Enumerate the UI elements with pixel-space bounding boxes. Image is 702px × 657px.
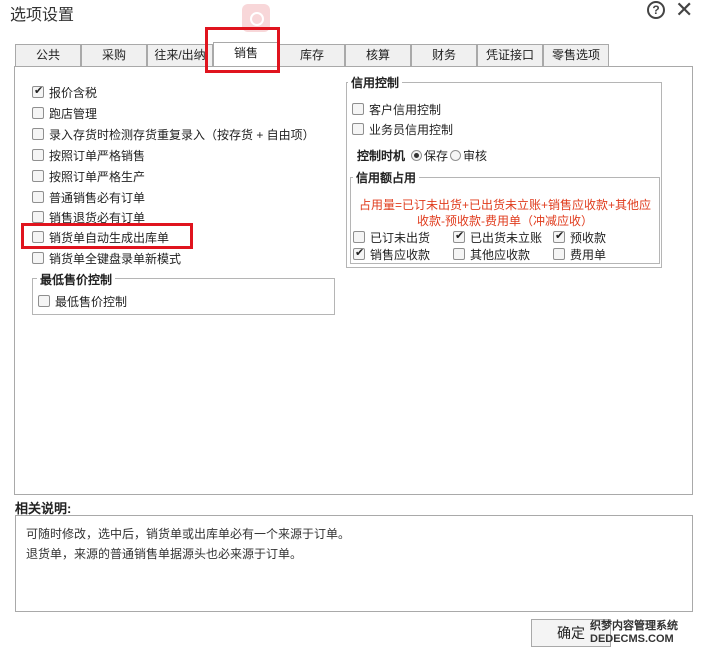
option-shipped-not-billed[interactable]: 已出货未立账 [453,229,542,245]
option-label: 报价含税 [49,85,98,100]
tab-accounting[interactable]: 核算 [345,44,411,66]
option-ordered-not-shipped[interactable]: 已订未出货 [353,229,430,245]
checkbox[interactable] [453,248,465,260]
option-sales-require-order[interactable]: 普通销售必有订单 [32,189,145,205]
checkbox[interactable] [32,128,44,140]
option-other-receivables[interactable]: 其他应收款 [453,246,530,262]
checkbox[interactable] [32,191,44,203]
option-strict-sales-by-order[interactable]: 按照订单严格销售 [32,147,145,163]
checkbox[interactable] [553,248,565,260]
option-strict-production-by-order[interactable]: 按照订单严格生产 [32,168,145,184]
option-detect-duplicate-stock[interactable]: 录入存货时检测存货重复录入（按存货 + 自由项） [32,126,315,142]
option-label: 已出货未立账 [470,230,543,245]
description-line: 退货单，来源的普通销售单据源头也必来源于订单。 [26,547,303,561]
checkbox[interactable] [32,211,44,223]
option-label: 普通销售必有订单 [49,190,146,205]
checkbox[interactable] [32,149,44,161]
option-label: 录入存货时检测存货重复录入（按存货 + 自由项） [49,127,315,142]
help-icon[interactable]: ? [647,1,665,19]
timing-audit-radio[interactable] [450,149,462,161]
option-quote-tax-included[interactable]: 报价含税 [32,84,97,100]
option-sales-receivables[interactable]: 销售应收款 [353,246,430,262]
checkbox[interactable] [32,170,44,182]
option-store-visit-management[interactable]: 跑店管理 [32,105,97,121]
watermark: 织梦内容管理系统 DEDECMS.COM [590,620,698,646]
checkbox[interactable] [32,107,44,119]
option-label: 其他应收款 [470,247,531,262]
option-label: 费用单 [570,247,607,262]
checkbox[interactable] [553,229,565,243]
option-keyboard-entry-mode[interactable]: 销货单全键盘录单新模式 [32,250,181,266]
checkbox[interactable] [353,231,365,243]
tab-finance[interactable]: 财务 [411,44,477,66]
option-min-price-control[interactable]: 最低售价控制 [38,293,127,309]
description-box: 可随时修改，选中后，销货单或出库单必有一个来源于订单。 退货单，来源的普通销售单… [15,515,693,612]
checkbox[interactable] [453,229,465,243]
watermark-line2: DEDECMS.COM [590,633,674,645]
credit-usage-title: 信用额占用 [353,169,420,186]
credit-usage-formula-line2: 收款-预收款-费用单（冲减应收） [417,214,593,228]
timing-save-radio[interactable] [411,149,423,161]
credit-usage-formula-line1: 占用量=已订未出货+已出货未立账+销售应收款+其他应 [358,198,652,212]
checkbox[interactable] [352,123,364,135]
option-label: 业务员信用控制 [369,122,454,137]
title-bar: 选项设置 ? ✕ [0,0,702,32]
option-label: 按照订单严格销售 [49,148,146,163]
checkbox[interactable] [38,295,50,307]
tab-voucher-interface[interactable]: 凭证接口 [477,44,543,66]
tab-inventory[interactable]: 库存 [279,44,345,66]
option-label: 客户信用控制 [369,102,442,117]
credit-control-title: 信用控制 [348,74,403,91]
window-title: 选项设置 [10,7,75,24]
watermark-line1: 织梦内容管理系统 [590,620,678,632]
option-salesperson-credit-control[interactable]: 业务员信用控制 [352,121,453,137]
sales-tab-highlight [205,27,280,73]
min-price-group-title: 最低售价控制 [37,271,116,288]
tab-common[interactable]: 公共 [15,44,81,66]
control-timing-row: 控制时机 保存 审核 [357,147,487,163]
option-label: 最低售价控制 [55,294,128,309]
option-advance-receipts[interactable]: 预收款 [553,229,606,245]
checkbox[interactable] [352,103,364,115]
control-timing-label: 控制时机 [357,148,406,163]
option-customer-credit-control[interactable]: 客户信用控制 [352,101,441,117]
auto-outbound-highlight [21,223,193,249]
timing-audit-label: 审核 [463,148,488,163]
option-label: 已订未出货 [370,230,431,245]
tab-contacts-cashier[interactable]: 往来/出纳 [147,44,213,66]
checkbox[interactable] [353,246,365,260]
timing-save-label: 保存 [424,148,449,163]
option-expense-bills[interactable]: 费用单 [553,246,606,262]
checkbox[interactable] [32,252,44,264]
option-label: 销货单全键盘录单新模式 [49,251,182,266]
option-label: 按照订单严格生产 [49,169,146,184]
option-label: 跑店管理 [49,106,98,121]
tab-retail-options[interactable]: 零售选项 [543,44,609,66]
checkbox[interactable] [32,84,44,98]
option-label: 销售应收款 [370,247,431,262]
close-icon[interactable]: ✕ [675,0,693,22]
option-label: 预收款 [570,230,607,245]
description-line: 可随时修改，选中后，销货单或出库单必有一个来源于订单。 [26,527,351,541]
tab-purchase[interactable]: 采购 [81,44,147,66]
